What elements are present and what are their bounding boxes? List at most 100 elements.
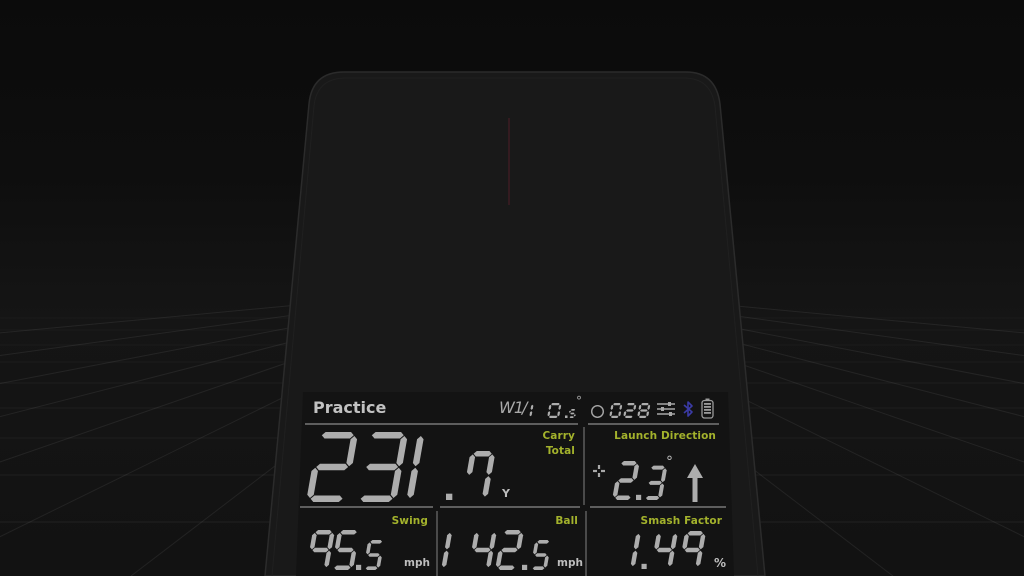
segment-d — [360, 495, 393, 502]
segment-e — [609, 411, 613, 417]
segment-c — [658, 483, 665, 498]
carry-label[interactable]: Carry — [543, 430, 576, 442]
segment-g — [684, 547, 701, 553]
segment-g — [570, 412, 575, 415]
segment-d — [334, 565, 351, 570]
segment-a — [473, 451, 492, 457]
segment-digit — [495, 530, 524, 570]
mode-title[interactable]: Practice — [313, 398, 386, 417]
segment-digit — [310, 530, 335, 568]
column-divider-bottom-left — [436, 511, 438, 576]
segment-g — [312, 547, 329, 553]
segment-a — [371, 432, 404, 439]
decimal-point — [522, 564, 528, 570]
segment-digit — [441, 532, 452, 568]
segment-c — [573, 414, 576, 417]
segment-digit — [682, 531, 706, 567]
segment-d — [548, 415, 558, 418]
row-divider-3 — [590, 506, 726, 508]
segment-b — [661, 468, 667, 483]
segment-a — [504, 530, 521, 535]
segment-d — [365, 566, 378, 570]
segment-d — [638, 415, 647, 418]
segment-f — [548, 404, 552, 410]
segment-c — [630, 550, 638, 567]
segment-digit — [630, 533, 641, 567]
segment-f — [533, 542, 539, 555]
segment-f — [654, 533, 661, 550]
segment-b — [633, 533, 641, 550]
segment-d — [532, 566, 545, 570]
segment-b — [346, 436, 358, 467]
swing-speed-value — [310, 530, 383, 570]
segment-a — [641, 403, 649, 406]
segment-digit — [623, 403, 637, 418]
segment-d — [615, 495, 631, 500]
segment-f — [569, 410, 571, 413]
segment-e — [441, 550, 449, 568]
segment-e — [529, 411, 533, 417]
segment-g — [618, 478, 634, 483]
segment-e — [547, 411, 551, 417]
segment-b — [516, 532, 524, 550]
segment-g — [337, 547, 354, 553]
segment-b — [698, 533, 706, 550]
smash-factor-value — [630, 531, 706, 569]
segment-c — [324, 550, 332, 568]
segment-d — [498, 565, 515, 570]
segment-a — [687, 531, 703, 536]
launch-direction-degree: ° — [666, 454, 673, 470]
segment-d — [624, 415, 633, 418]
segment-f — [530, 404, 534, 410]
smash-factor-label: Smash Factor — [640, 515, 722, 527]
segment-b — [327, 532, 335, 550]
segment-a — [321, 432, 354, 439]
segment-c — [349, 550, 357, 568]
segment-digit — [612, 461, 639, 500]
segment-c — [407, 467, 418, 498]
segment-digit — [654, 533, 678, 567]
segment-a — [570, 409, 576, 411]
segment-a — [627, 403, 635, 406]
segment-digit — [637, 403, 651, 418]
ball-speed-value — [441, 530, 550, 570]
decimal-point — [641, 563, 647, 569]
launch-monitor-device — [264, 71, 766, 576]
total-label[interactable]: Total — [546, 445, 575, 457]
segment-e — [307, 467, 318, 498]
segment-f — [310, 532, 317, 550]
club-name[interactable]: W1 — [499, 398, 524, 417]
crosshair-icon — [593, 465, 605, 477]
smash-factor-unit: % — [714, 556, 727, 570]
segment-digit — [365, 540, 383, 570]
bluetooth-icon[interactable] — [682, 400, 694, 418]
segment-d — [310, 495, 343, 502]
swing-label: Swing — [391, 515, 428, 527]
segment-g — [626, 409, 634, 412]
segment-b — [489, 532, 497, 550]
ball-icon — [590, 404, 605, 419]
segment-a — [537, 540, 550, 544]
segment-a — [315, 530, 332, 535]
segment-digit — [645, 465, 667, 500]
segment-g — [501, 547, 518, 553]
launch-direction-value — [612, 461, 667, 500]
segment-a — [613, 403, 621, 406]
segment-e — [623, 411, 627, 417]
segment-f — [682, 533, 689, 550]
segment-digit — [360, 432, 408, 502]
segment-d — [569, 416, 574, 418]
segment-digit — [529, 404, 534, 417]
club-loft[interactable] — [529, 403, 579, 418]
segment-b — [619, 404, 623, 410]
loft-degree: ° — [576, 394, 582, 408]
arrow-up-icon — [687, 464, 703, 502]
ball-speed-unit: mph — [557, 557, 583, 569]
segment-g — [656, 547, 673, 553]
ball-count — [609, 403, 651, 418]
segment-f — [366, 542, 372, 555]
row-divider-1 — [300, 506, 433, 508]
sliders-icon[interactable] — [656, 401, 676, 417]
segment-b — [647, 404, 651, 410]
decimal-point — [446, 493, 453, 500]
